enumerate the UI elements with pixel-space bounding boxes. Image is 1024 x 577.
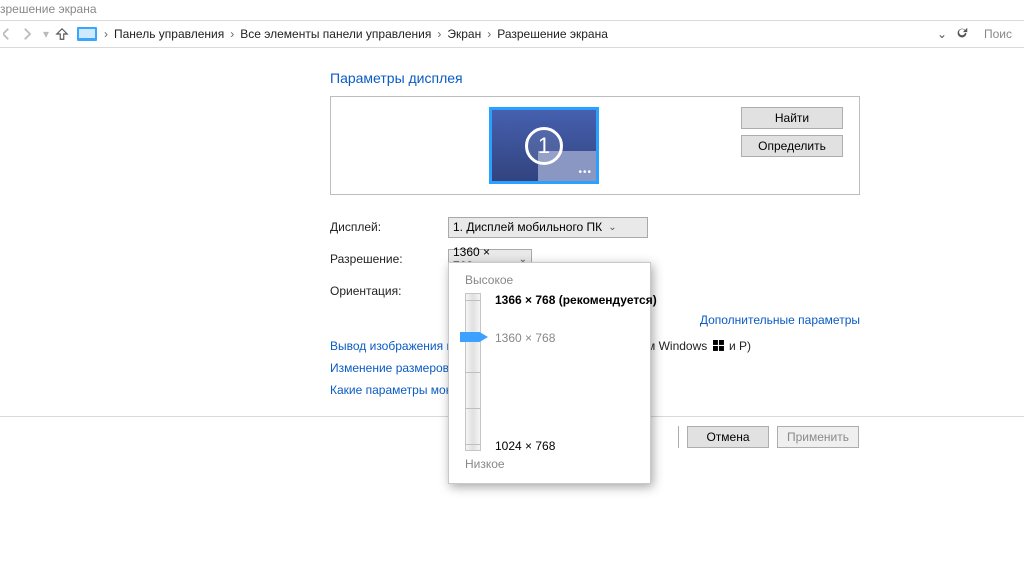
windows-logo-icon bbox=[713, 340, 724, 351]
resolution-option-0[interactable]: 1366 × 768 (рекомендуется) bbox=[495, 293, 657, 307]
forward-button[interactable] bbox=[20, 24, 40, 44]
search-input[interactable]: Поис bbox=[980, 25, 1020, 43]
cancel-button[interactable]: Отмена bbox=[687, 426, 769, 448]
page-title: Параметры дисплея bbox=[330, 70, 1024, 86]
up-button[interactable] bbox=[52, 24, 72, 44]
history-dropdown[interactable]: ▾ bbox=[40, 24, 52, 44]
slider-low-label: Низкое bbox=[465, 457, 638, 471]
resolution-option-1[interactable]: 1360 × 768 bbox=[495, 331, 555, 345]
refresh-button[interactable] bbox=[952, 26, 972, 43]
chevron-right-icon: › bbox=[435, 27, 443, 41]
display-preview-box: 1 ••• Найти Определить bbox=[330, 96, 860, 195]
slider-high-label: Высокое bbox=[465, 273, 638, 287]
hint-tail-b: и P) bbox=[729, 339, 751, 353]
project-link[interactable]: Вывод изображения на bbox=[330, 339, 460, 353]
crumb-3[interactable]: Разрешение экрана bbox=[493, 27, 612, 41]
chevron-down-icon: ⌄ bbox=[608, 222, 616, 233]
apply-button: Применить bbox=[777, 426, 859, 448]
display-select[interactable]: 1. Дисплей мобильного ПК ⌄ bbox=[448, 217, 648, 238]
display-label: Дисплей: bbox=[330, 220, 448, 234]
dots-icon: ••• bbox=[578, 167, 592, 178]
resolution-label: Разрешение: bbox=[330, 252, 448, 266]
detect-button[interactable]: Определить bbox=[741, 135, 843, 157]
window-title-cut: зрешение экрана bbox=[0, 0, 1024, 20]
monitor-preview-area[interactable]: 1 ••• bbox=[347, 107, 741, 184]
breadcrumb[interactable]: › Панель управления › Все элементы панел… bbox=[102, 27, 932, 41]
control-panel-icon bbox=[76, 26, 98, 42]
display-select-value: 1. Дисплей мобильного ПК bbox=[453, 220, 602, 234]
crumb-1[interactable]: Все элементы панели управления bbox=[236, 27, 435, 41]
chevron-right-icon: › bbox=[102, 27, 110, 41]
resolution-option-2[interactable]: 1024 × 768 bbox=[495, 439, 555, 453]
chevron-right-icon: › bbox=[228, 27, 236, 41]
chevron-right-icon: › bbox=[485, 27, 493, 41]
ok-button-edge[interactable] bbox=[659, 426, 679, 448]
resolution-slider-thumb[interactable] bbox=[460, 332, 488, 342]
resolution-slider-popup[interactable]: Высокое 1366 × 768 (рекомендуется) 1360 … bbox=[448, 262, 651, 484]
resolution-slider-track[interactable] bbox=[465, 293, 481, 451]
back-button[interactable] bbox=[0, 24, 20, 44]
crumb-0[interactable]: Панель управления bbox=[110, 27, 228, 41]
orientation-label: Ориентация: bbox=[330, 284, 448, 298]
find-button[interactable]: Найти bbox=[741, 107, 843, 129]
monitor-1[interactable]: 1 ••• bbox=[489, 107, 599, 184]
address-dropdown[interactable]: ⌄ bbox=[932, 27, 952, 41]
crumb-2[interactable]: Экран bbox=[443, 27, 485, 41]
address-bar: ▾ › Панель управления › Все элементы пан… bbox=[0, 20, 1024, 48]
monitor-id-label: 1 bbox=[525, 127, 563, 165]
